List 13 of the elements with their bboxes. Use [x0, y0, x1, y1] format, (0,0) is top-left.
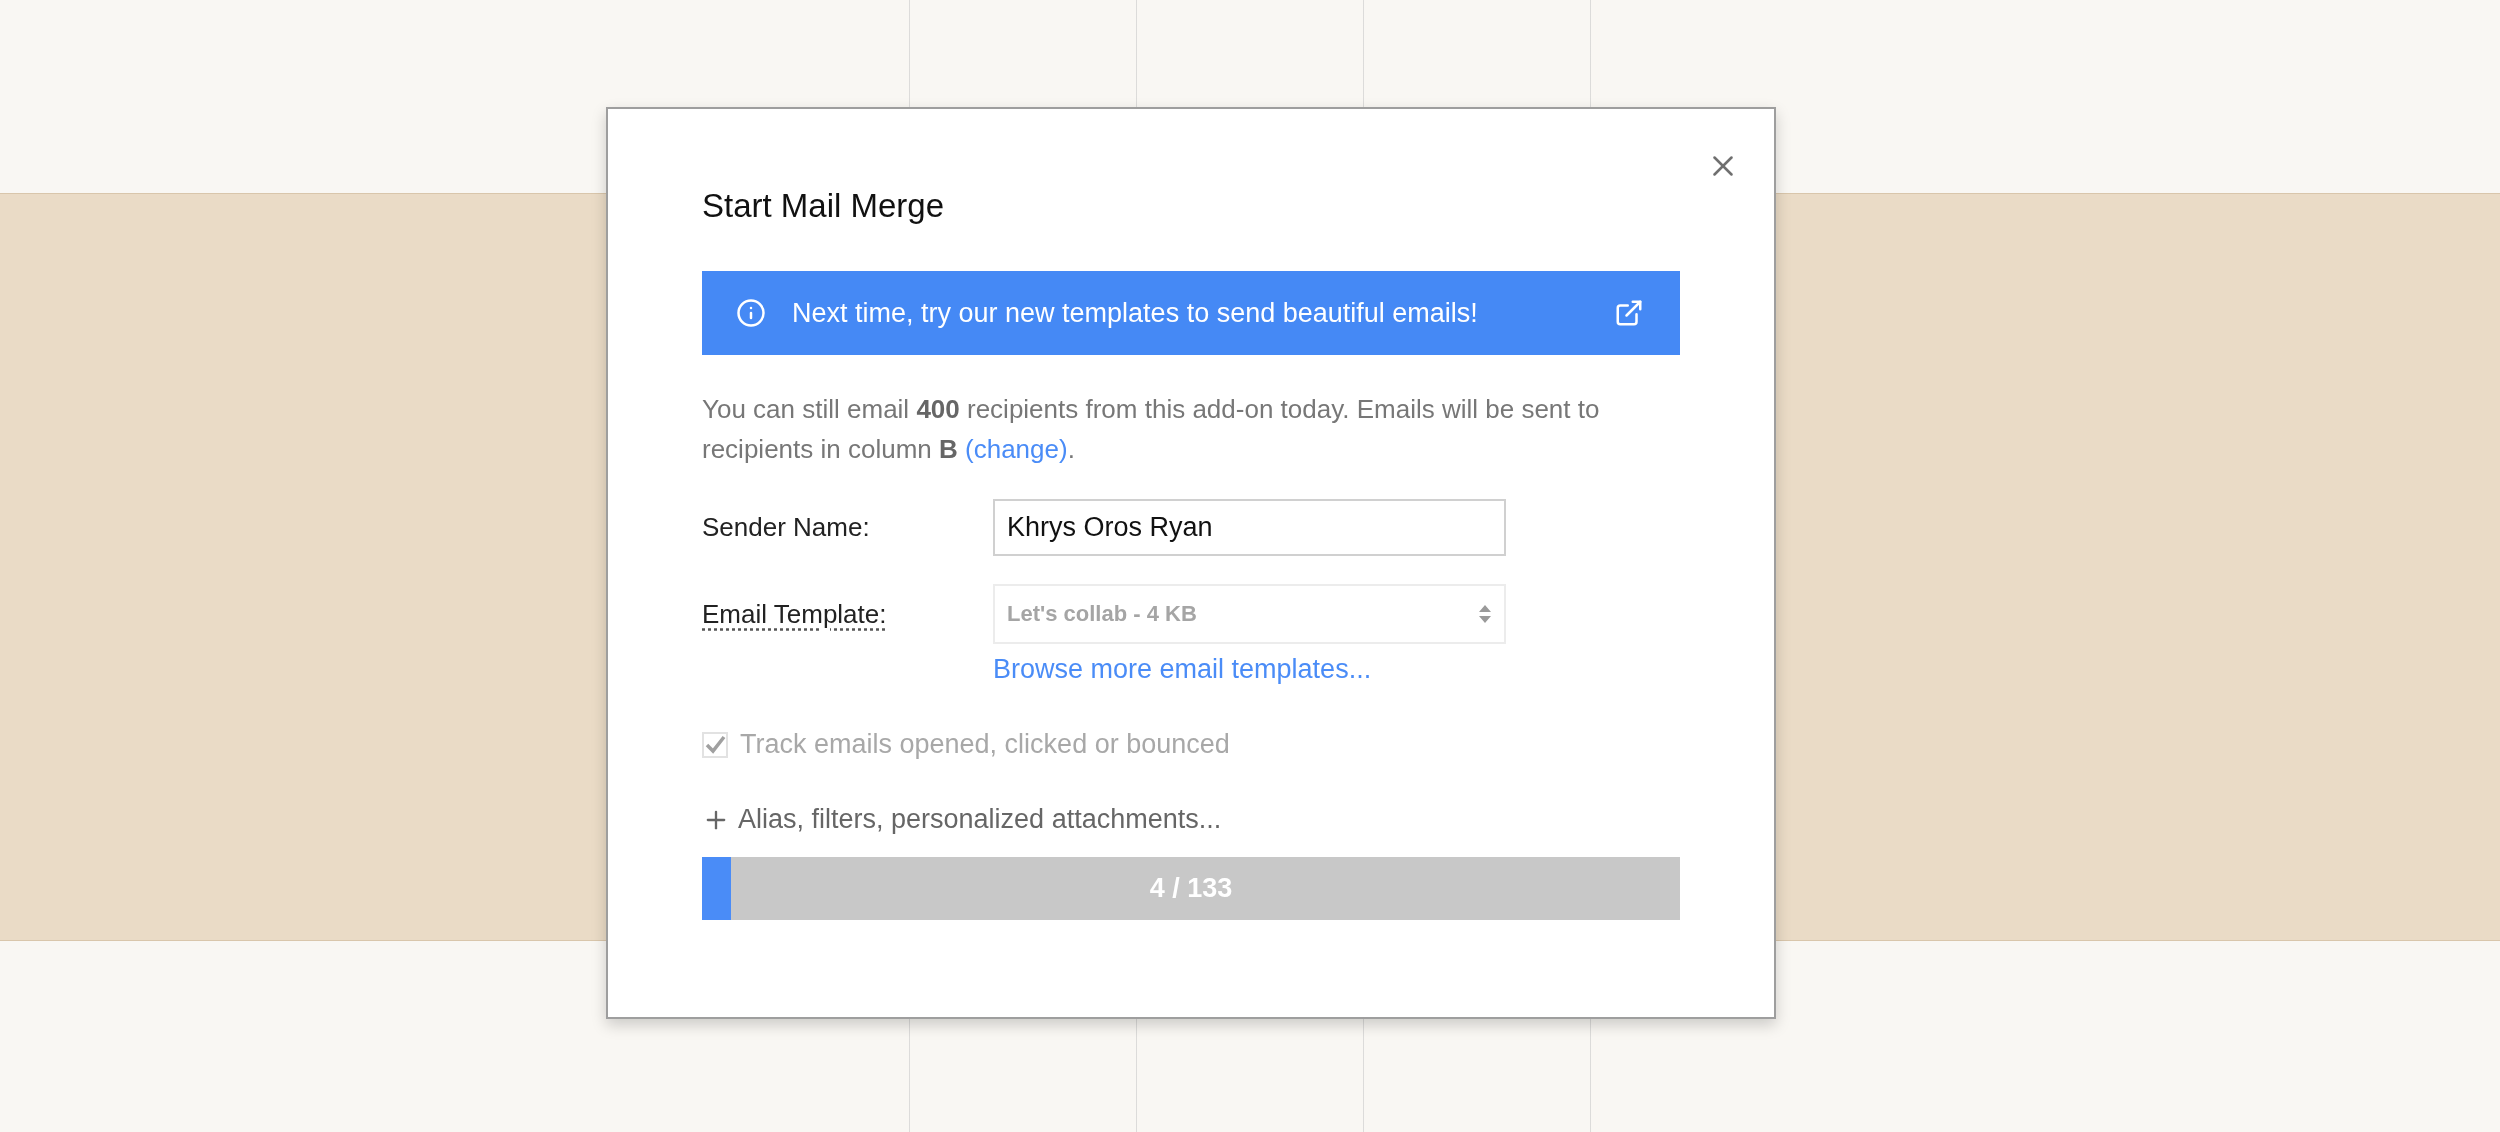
- info-icon: [736, 298, 766, 328]
- sender-name-field[interactable]: Khrys Oros Ryan: [993, 499, 1506, 556]
- browse-templates-link[interactable]: Browse more email templates...: [993, 654, 1372, 685]
- more-options-button[interactable]: Alias, filters, personalized attachments...: [702, 804, 1222, 835]
- checkbox-label: Track emails opened, clicked or bounced: [740, 729, 1230, 760]
- external-link-icon[interactable]: [1614, 298, 1644, 328]
- sort-arrows-icon: [1478, 603, 1492, 625]
- dialog-title: Start Mail Merge: [702, 187, 946, 225]
- field-label: Email Template:: [702, 598, 888, 630]
- banner-text: Next time, try our new templates to send beautiful emails!: [792, 297, 1479, 329]
- field-label: Sender Name:: [702, 512, 871, 543]
- intro-text: You can still email 400 recipients from this add-on today. Emails will be sent to recipients in column B (change).: [702, 393, 1601, 466]
- change-link[interactable]: (change): [965, 434, 1068, 464]
